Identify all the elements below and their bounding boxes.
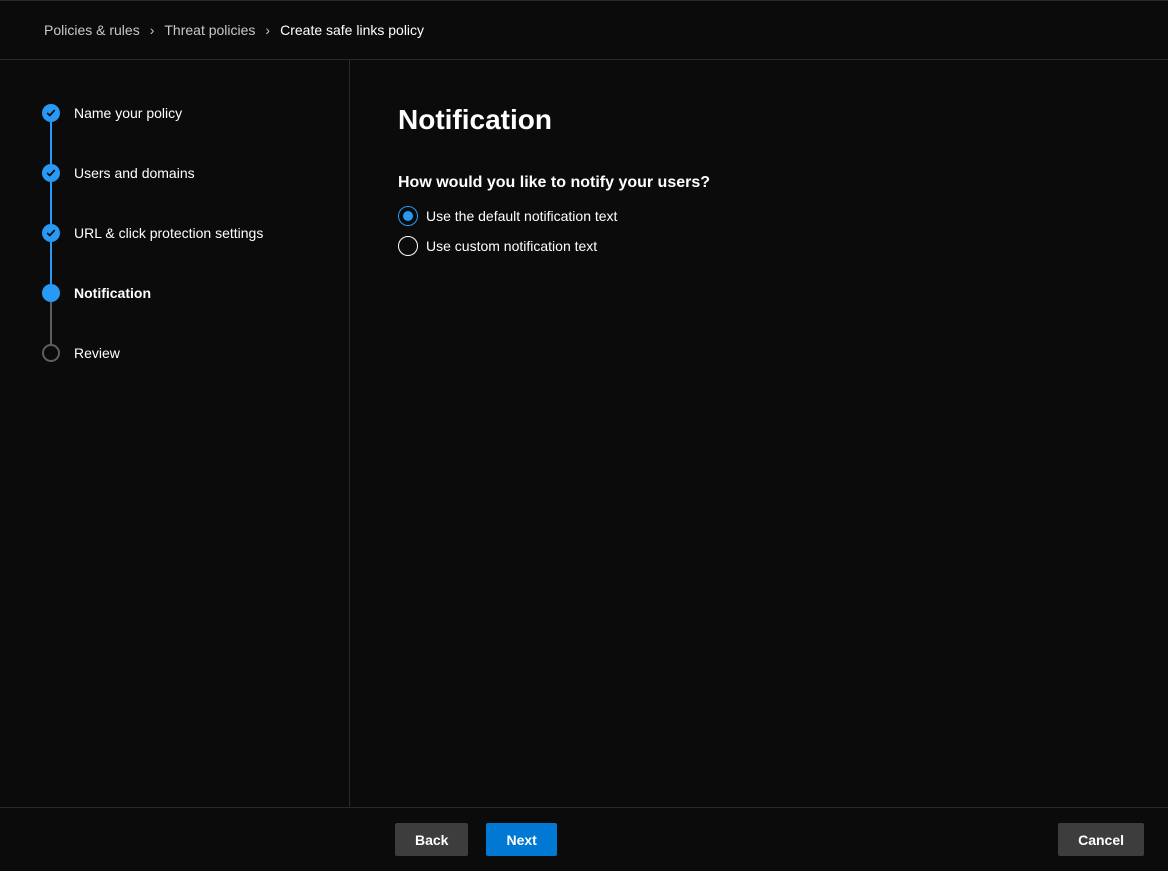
page-title: Notification — [398, 104, 1120, 136]
radio-unselected-icon — [398, 236, 418, 256]
radio-label: Use custom notification text — [426, 238, 597, 254]
breadcrumb-item-threat-policies[interactable]: Threat policies — [164, 22, 255, 38]
step-connector — [50, 302, 52, 344]
upcoming-step-icon — [42, 344, 60, 362]
breadcrumb-item-policies-rules[interactable]: Policies & rules — [44, 22, 140, 38]
current-step-icon — [42, 284, 60, 302]
back-button[interactable]: Back — [395, 823, 468, 856]
radio-default-notification[interactable]: Use the default notification text — [398, 206, 1120, 226]
breadcrumb-item-create-safe-links: Create safe links policy — [280, 22, 424, 38]
step-label: URL & click protection settings — [74, 224, 263, 242]
step-connector — [50, 242, 52, 284]
step-label: Name your policy — [74, 104, 182, 122]
main-content: Notification How would you like to notif… — [350, 60, 1168, 807]
step-review[interactable]: Review — [42, 344, 349, 362]
cancel-button[interactable]: Cancel — [1058, 823, 1144, 856]
check-circle-icon — [42, 224, 60, 242]
check-circle-icon — [42, 164, 60, 182]
next-button[interactable]: Next — [486, 823, 556, 856]
radio-label: Use the default notification text — [426, 208, 617, 224]
step-users-domains[interactable]: Users and domains — [42, 164, 349, 224]
chevron-right-icon: › — [265, 22, 270, 38]
step-notification[interactable]: Notification — [42, 284, 349, 344]
step-connector — [50, 122, 52, 164]
wizard-sidebar: Name your policy Users and domains URL &… — [0, 60, 350, 807]
chevron-right-icon: › — [150, 22, 155, 38]
radio-custom-notification[interactable]: Use custom notification text — [398, 236, 1120, 256]
step-label: Review — [74, 344, 120, 362]
step-name-policy[interactable]: Name your policy — [42, 104, 349, 164]
section-question: How would you like to notify your users? — [398, 174, 1120, 192]
wizard-footer: Back Next Cancel — [0, 807, 1168, 871]
radio-selected-icon — [398, 206, 418, 226]
step-label: Users and domains — [74, 164, 195, 182]
step-url-protection[interactable]: URL & click protection settings — [42, 224, 349, 284]
notification-radio-group: Use the default notification text Use cu… — [398, 206, 1120, 256]
step-connector — [50, 182, 52, 224]
breadcrumb: Policies & rules › Threat policies › Cre… — [0, 0, 1168, 60]
check-circle-icon — [42, 104, 60, 122]
step-label: Notification — [74, 284, 151, 302]
